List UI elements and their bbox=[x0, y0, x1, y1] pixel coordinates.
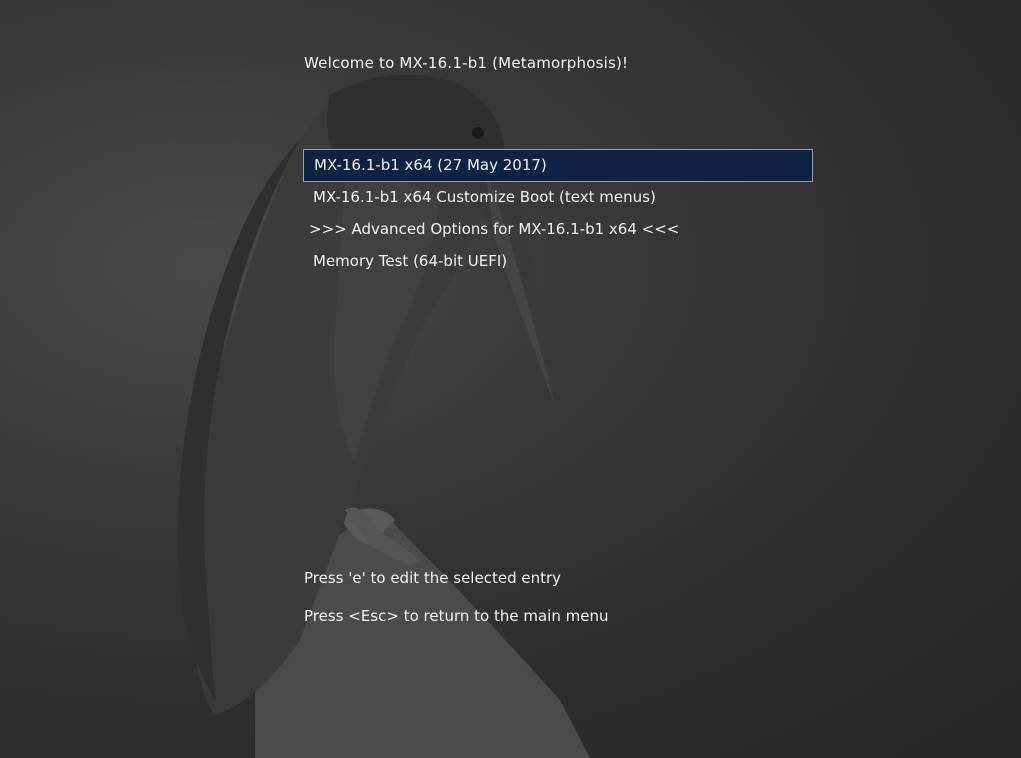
menu-item-memory-test[interactable]: Memory Test (64-bit UEFI) bbox=[303, 246, 813, 278]
boot-menu-screen: Welcome to MX-16.1-b1 (Metamorphosis)! M… bbox=[0, 0, 1021, 758]
menu-item-label: >>> Advanced Options for MX-16.1-b1 x64 … bbox=[309, 220, 680, 238]
edit-entry-hint: Press 'e' to edit the selected entry bbox=[304, 569, 562, 587]
menu-item-label: MX-16.1-b1 x64 (27 May 2017) bbox=[314, 156, 547, 174]
menu-item-advanced-options[interactable]: >>> Advanced Options for MX-16.1-b1 x64 … bbox=[303, 214, 813, 246]
welcome-title: Welcome to MX-16.1-b1 (Metamorphosis)! bbox=[304, 54, 629, 72]
menu-item-default-boot[interactable]: MX-16.1-b1 x64 (27 May 2017) bbox=[303, 149, 813, 182]
menu-item-label: MX-16.1-b1 x64 Customize Boot (text menu… bbox=[313, 188, 656, 206]
menu-item-customize-boot[interactable]: MX-16.1-b1 x64 Customize Boot (text menu… bbox=[303, 182, 813, 214]
kingfisher-background-image bbox=[177, 73, 590, 758]
boot-menu: MX-16.1-b1 x64 (27 May 2017) MX-16.1-b1 … bbox=[303, 149, 813, 278]
escape-hint: Press <Esc> to return to the main menu bbox=[304, 607, 609, 625]
menu-item-label: Memory Test (64-bit UEFI) bbox=[313, 252, 508, 270]
